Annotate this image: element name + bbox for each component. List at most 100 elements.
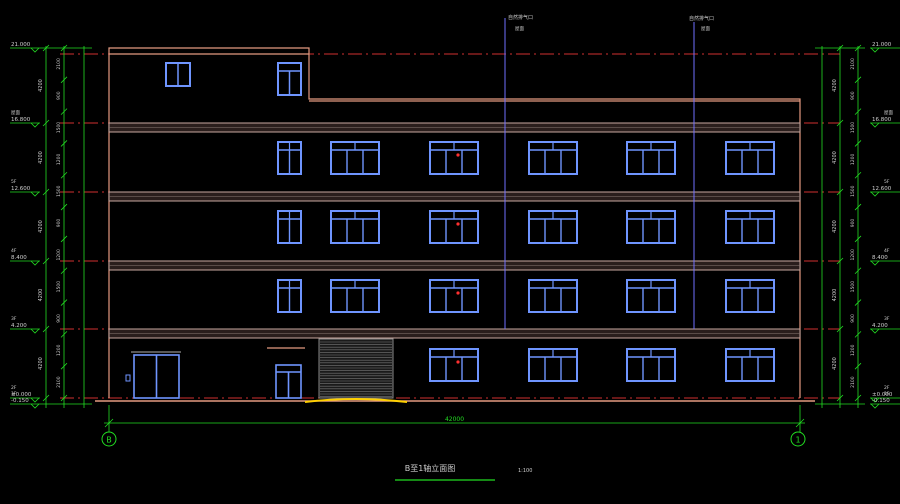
right-inner-dim: 1200 bbox=[850, 154, 856, 166]
grid-label-left: B bbox=[106, 436, 112, 445]
left-level-value: 8.400 bbox=[11, 255, 27, 261]
window-f1-2 bbox=[528, 348, 578, 382]
left-inner-dim: 1200 bbox=[56, 154, 62, 166]
left-inner-dim: 2100 bbox=[56, 58, 62, 70]
left-inner-dim: 1500 bbox=[56, 185, 62, 197]
left-outer-dim: 4200 bbox=[38, 289, 44, 302]
left-inner-dim: 1500 bbox=[56, 122, 62, 134]
right-level-value: 12.600 bbox=[872, 186, 892, 192]
window-f1-3 bbox=[626, 348, 676, 382]
left-level-name: 4F bbox=[11, 248, 17, 254]
left-outer-dim: 4200 bbox=[38, 79, 44, 92]
left-inner-dim: 1200 bbox=[56, 344, 62, 356]
left-dimension-lines bbox=[40, 46, 92, 408]
right-outer-dim: 4200 bbox=[832, 151, 838, 164]
right-level-name: 5F bbox=[884, 179, 890, 185]
vent-label-left-sub: 屋面 bbox=[515, 26, 524, 32]
left-inner-dim: 1500 bbox=[56, 281, 62, 293]
right-level-value: -0.150 bbox=[872, 398, 890, 404]
entrance-door-main bbox=[267, 347, 305, 399]
right-level-value: 16.800 bbox=[872, 117, 892, 123]
right-outer-dim: 4200 bbox=[832, 220, 838, 233]
right-level-value: 4.200 bbox=[872, 323, 888, 329]
left-level-value: 21.000 bbox=[11, 42, 31, 48]
left-inner-dim: 2100 bbox=[56, 376, 62, 388]
left-dimension-texts: 4200 4200 4200 4200 4200 2100 900 1500 1200 1500 9… bbox=[38, 58, 62, 388]
left-inner-dim: 900 bbox=[56, 91, 62, 100]
left-level-value: 4.200 bbox=[11, 323, 27, 329]
left-level-marks: 21.00016.800屋面12.6005F8.4004F4.2003F±0.0… bbox=[10, 42, 40, 409]
window-f3-2 bbox=[429, 279, 479, 313]
floor-axis-lines bbox=[60, 53, 840, 399]
left-level-value: 16.800 bbox=[11, 117, 31, 123]
window-f4-2 bbox=[429, 210, 479, 244]
vent-label-left: 自然排气口 bbox=[508, 14, 533, 21]
window-f1-4 bbox=[725, 348, 775, 382]
right-level-name: 屋面 bbox=[884, 110, 893, 116]
rolling-shutter-door bbox=[318, 338, 394, 399]
right-level-name: 1F bbox=[884, 391, 890, 397]
left-level-value: -0.150 bbox=[11, 398, 29, 404]
vent-label-right: 自然排气口 bbox=[689, 15, 714, 22]
right-dimension-ticks bbox=[836, 44, 862, 402]
right-outer-dim: 4200 bbox=[832, 357, 838, 370]
right-inner-dim: 1500 bbox=[850, 185, 856, 197]
window-f4-5 bbox=[725, 210, 775, 244]
right-inner-dim: 1200 bbox=[850, 249, 856, 261]
right-outer-dim: 4200 bbox=[832, 79, 838, 92]
right-level-name: 3F bbox=[884, 316, 890, 322]
right-level-marks: 21.00016.800屋面12.6005F8.4004F4.2003F±0.0… bbox=[870, 42, 900, 409]
window-f5-1 bbox=[330, 141, 380, 175]
right-inner-dim: 900 bbox=[850, 314, 856, 323]
window-f3-4 bbox=[626, 279, 676, 313]
right-inner-dim: 1500 bbox=[850, 122, 856, 134]
right-level-name: 2F bbox=[884, 385, 890, 391]
left-level-name: 3F bbox=[11, 316, 17, 322]
right-inner-dim: 2100 bbox=[850, 58, 856, 70]
window-f3-3 bbox=[528, 279, 578, 313]
elevation-drawing: 自然排气口 屋面 自然排气口 屋面 21.00016.800屋面12.6005F… bbox=[10, 14, 900, 481]
window-f3-5 bbox=[725, 279, 775, 313]
grid-label-right: 1 bbox=[795, 436, 800, 445]
building-outline bbox=[108, 47, 801, 398]
grid-bubble-right: 1 bbox=[790, 431, 806, 447]
left-outer-dim: 4200 bbox=[38, 220, 44, 233]
left-level-value: 12.600 bbox=[11, 186, 31, 192]
left-outer-dim: 4200 bbox=[38, 357, 44, 370]
window-f4-4 bbox=[626, 210, 676, 244]
left-level-name: 2F bbox=[11, 385, 17, 391]
left-inner-dim: 900 bbox=[56, 219, 62, 228]
left-level-name: 1F bbox=[11, 391, 17, 397]
window-f4-1 bbox=[330, 210, 380, 244]
window-f5-2 bbox=[429, 141, 479, 175]
window-small-f3 bbox=[277, 279, 302, 313]
right-dimension-lines bbox=[815, 46, 865, 408]
left-outer-dim: 4200 bbox=[38, 151, 44, 164]
vent-label-right-sub: 屋面 bbox=[701, 26, 710, 32]
window-f5-5 bbox=[725, 141, 775, 175]
drawing-title: B至1轴立面图 bbox=[405, 463, 456, 473]
window-f3-1 bbox=[330, 279, 380, 313]
right-inner-dim: 1500 bbox=[850, 281, 856, 293]
left-level-name: 5F bbox=[11, 179, 17, 185]
right-level-value: 8.400 bbox=[872, 255, 888, 261]
window-f5-4 bbox=[626, 141, 676, 175]
drawing-scale: 1:100 bbox=[518, 468, 532, 474]
right-level-value: 21.000 bbox=[872, 42, 892, 48]
right-level-name: 4F bbox=[884, 248, 890, 254]
entrance-door-left bbox=[125, 351, 181, 399]
left-dimension-ticks bbox=[42, 44, 68, 402]
left-inner-dim: 900 bbox=[56, 314, 62, 323]
right-inner-dim: 900 bbox=[850, 219, 856, 228]
grid-bubble-left: B bbox=[101, 431, 117, 447]
window-small-f5 bbox=[277, 141, 302, 175]
window-small-f4 bbox=[277, 210, 302, 244]
roof-windows bbox=[165, 62, 302, 96]
floor-bands bbox=[108, 122, 801, 339]
right-inner-dim: 1200 bbox=[850, 344, 856, 356]
right-inner-dim: 2100 bbox=[850, 376, 856, 388]
window-f5-3 bbox=[528, 141, 578, 175]
right-inner-dim: 900 bbox=[850, 91, 856, 100]
right-dimension-texts: 4200 4200 4200 4200 4200 2100 900 1500 1200 1500 9… bbox=[832, 58, 856, 388]
right-outer-dim: 4200 bbox=[832, 289, 838, 302]
